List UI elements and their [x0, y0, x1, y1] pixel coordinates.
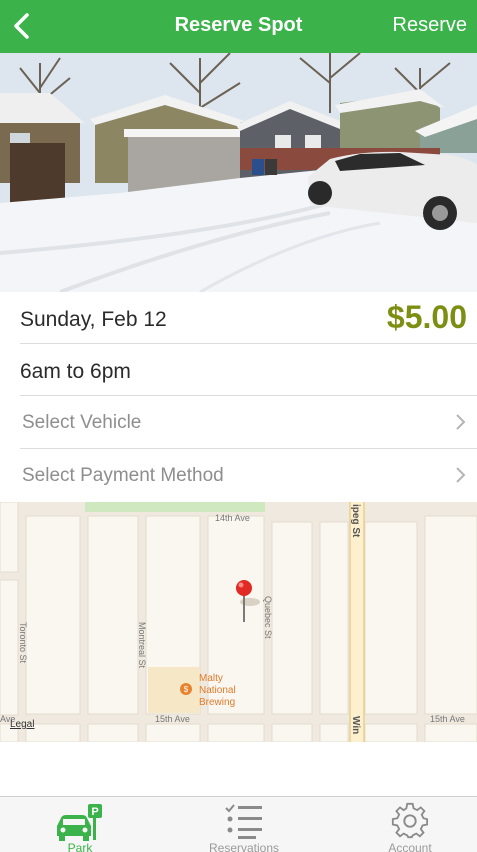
gear-icon [391, 802, 429, 839]
tab-park[interactable]: P Park [10, 797, 150, 852]
reserve-button[interactable]: Reserve [393, 14, 467, 37]
chevron-right-icon [456, 467, 466, 483]
tab-account-label: Account [388, 841, 432, 852]
street-label-winnipeg-top: ipeg St [350, 504, 361, 538]
list-icon [225, 804, 262, 839]
date-row: Sunday, Feb 12 $5.00 [20, 292, 477, 344]
select-payment-label: Select Payment Method [22, 465, 224, 486]
select-payment-row[interactable]: Select Payment Method [20, 449, 477, 502]
reservation-date: Sunday, Feb 12 [20, 308, 167, 331]
parking-spot-photo [0, 53, 477, 292]
select-vehicle-row[interactable]: Select Vehicle [20, 396, 477, 449]
svg-text:P: P [91, 806, 98, 818]
map-legal-link[interactable]: Legal [10, 719, 34, 730]
tab-bar: P Park Reservations Account [0, 796, 477, 852]
chevron-right-icon [456, 414, 466, 430]
svg-text:$: $ [184, 685, 189, 694]
tab-reservations[interactable]: Reservations [174, 797, 314, 852]
tab-reservations-label: Reservations [208, 841, 280, 852]
street-label-14th-ave: 14th Ave [215, 513, 250, 523]
street-label-15th-ave: 15th Ave [155, 714, 190, 724]
location-map[interactable]: 14th Ave 15th Ave 15th Ave Ave Toronto S… [0, 502, 477, 742]
street-label-toronto: Toronto St [18, 622, 28, 664]
car-parking-icon: P [57, 804, 102, 841]
time-row: 6am to 6pm [20, 344, 477, 396]
street-label-montreal: Montreal St [137, 622, 147, 669]
brewery-icon: $ [180, 683, 192, 695]
navigation-bar: Reserve Spot Reserve [0, 0, 477, 53]
street-label-quebec: Quebec St [263, 596, 273, 639]
chevron-left-icon[interactable] [6, 9, 40, 43]
tab-account[interactable]: Account [340, 797, 477, 852]
tab-park-label: Park [67, 841, 93, 852]
street-label-15th-ave-east: 15th Ave [430, 714, 465, 724]
street-label-winnipeg-bottom: Win [350, 716, 361, 734]
time-range: 6am to 6pm [20, 360, 131, 383]
price-label: $5.00 [386, 299, 467, 335]
select-vehicle-label: Select Vehicle [22, 412, 142, 433]
